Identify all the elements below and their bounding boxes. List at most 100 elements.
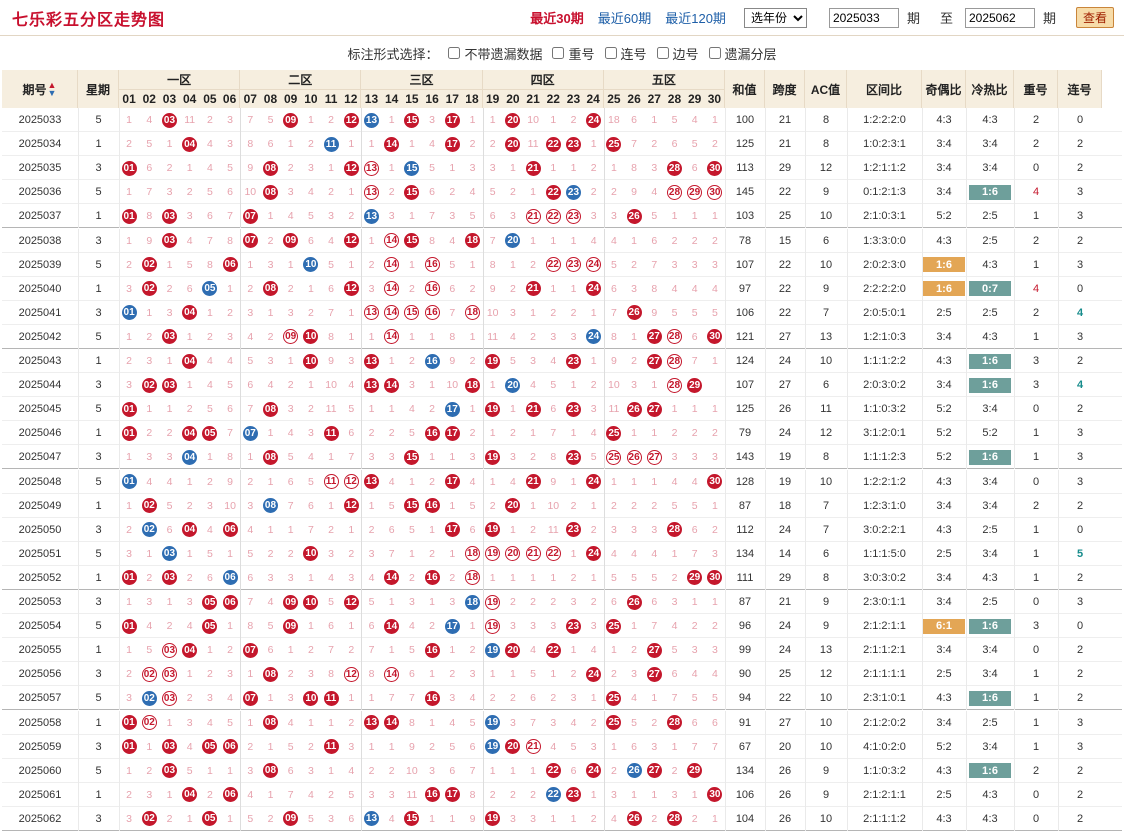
from-issue-input[interactable] [828, 7, 899, 28]
number-cell: 23 [563, 445, 583, 469]
option-miss-layer-checkbox[interactable] [708, 47, 721, 59]
miss-count: 1 [328, 162, 335, 175]
sum-cell: 128 [735, 475, 755, 488]
number-cell: 22 [543, 180, 563, 204]
number-cell: 1 [260, 204, 280, 228]
miss-count: 2 [509, 788, 516, 801]
recent-60-link[interactable]: 最近60期 [598, 8, 651, 27]
number-cell: 6 [281, 470, 301, 494]
miss-count: 1 [267, 306, 274, 319]
odd-even-cell: 2:5 [922, 542, 966, 566]
option-edge[interactable]: 边号 [656, 44, 699, 63]
hot-cold-header-label: 冷热比 [971, 82, 1008, 97]
miss-count: 1 [651, 114, 658, 127]
miss-count: 2 [530, 523, 537, 536]
number-cell: 4 [301, 783, 321, 807]
number-cell: 22 [543, 783, 563, 807]
query-button[interactable]: 查看 [1075, 7, 1114, 28]
number-cell: 3 [685, 445, 705, 469]
number-cell: 2 [382, 421, 402, 445]
zone-ratio-cell: 3:0:2:2:1 [863, 523, 906, 536]
miss-count: 8 [247, 138, 254, 151]
miss-count: 8 [610, 330, 617, 343]
option-edge-checkbox[interactable] [656, 47, 669, 59]
drawn-number-ball: 25 [606, 618, 622, 634]
miss-count: 3 [651, 740, 658, 753]
miss-count: 1 [489, 427, 496, 440]
miss-count: 1 [227, 282, 234, 295]
number-cell: 2 [119, 132, 139, 156]
number-cell: 21 [523, 397, 543, 421]
miss-count: 2 [206, 475, 213, 488]
miss-count: 3 [631, 523, 638, 536]
option-miss-layer[interactable]: 遗漏分层 [708, 44, 777, 63]
number-cell: 4 [321, 229, 341, 253]
number-cell: 5 [341, 397, 361, 421]
miss-count: 6 [287, 475, 294, 488]
miss-count: 2 [307, 644, 314, 657]
miss-count: 5 [247, 355, 254, 368]
number-cell: 3 [260, 566, 280, 590]
number-cell: 5 [281, 735, 301, 759]
option-repeat-checkbox[interactable] [552, 47, 565, 59]
number-cell: 2 [260, 325, 280, 349]
option-consecutive-checkbox[interactable] [604, 47, 617, 59]
number-cell: 01 [119, 421, 139, 445]
option-no-miss[interactable]: 不带遗漏数据 [448, 44, 542, 63]
week-cell: 1 [95, 210, 102, 223]
recent-30-link[interactable]: 最近30期 [530, 8, 583, 27]
number-cell: 28 [664, 349, 684, 373]
miss-count: 4 [146, 114, 153, 127]
number-cell: 25 [604, 421, 624, 445]
sort-icon[interactable]: ▲ ▼ [48, 81, 57, 98]
sum-header-label: 和值 [732, 82, 757, 97]
number-cell: 02 [139, 277, 159, 301]
hot-cold-cell: 4:3 [966, 325, 1014, 349]
odd-even-cell-value: 3:4 [936, 379, 952, 392]
number-cell: 5 [402, 518, 422, 542]
issue-cell: 2025059 [18, 740, 62, 753]
recent-120-link[interactable]: 最近120期 [665, 8, 726, 27]
number-cell: 2 [584, 711, 604, 735]
miss-count: 4 [186, 234, 193, 247]
number-cell: 1 [200, 301, 220, 325]
drawn-number-ball: 20 [505, 136, 521, 152]
number-cell: 13 [361, 807, 381, 831]
miss-count: 2 [469, 427, 476, 440]
consec-cell: 0 [1076, 523, 1084, 536]
option-consecutive[interactable]: 连号 [604, 44, 647, 63]
number-cell: 1 [341, 614, 361, 638]
drawn-number-ball: 12 [343, 160, 359, 176]
number-cell: 6 [422, 180, 442, 204]
number-cell: 07 [240, 421, 260, 445]
issue-header[interactable]: 期号 ▲ ▼ [2, 70, 78, 108]
number-cell: 3 [442, 686, 462, 710]
number-cell: 1 [422, 662, 442, 686]
drawn-number-ball: 05 [202, 739, 218, 755]
number-cell: 5 [644, 204, 664, 228]
to-issue-input[interactable] [964, 7, 1035, 28]
number-cell: 2 [200, 470, 220, 494]
drawn-number-ball: 24 [586, 257, 602, 273]
consec-cell: 2 [1076, 644, 1084, 657]
drawn-number-ball: 24 [586, 546, 602, 562]
option-no-miss-checkbox[interactable] [448, 47, 461, 59]
miss-count: 6 [368, 620, 375, 633]
odd-even-cell-value: 3:4 [936, 571, 952, 584]
number-cell: 30 [705, 325, 725, 349]
number-cell: 29 [685, 566, 705, 590]
year-select[interactable]: 选年份 [743, 7, 807, 28]
number-cell: 4 [462, 180, 482, 204]
span-cell: 20 [778, 740, 792, 753]
number-header: 16 [422, 90, 443, 108]
number-cell: 27 [644, 397, 664, 421]
number-cell: 4 [220, 686, 240, 710]
number-cell: 6 [301, 229, 321, 253]
miss-count: 3 [631, 379, 638, 392]
option-repeat[interactable]: 重号 [552, 44, 595, 63]
number-cell: 2 [584, 156, 604, 180]
number-cell: 7 [321, 638, 341, 662]
miss-count: 4 [247, 523, 254, 536]
number-cell: 7 [442, 301, 462, 325]
number-cell: 07 [240, 638, 260, 662]
